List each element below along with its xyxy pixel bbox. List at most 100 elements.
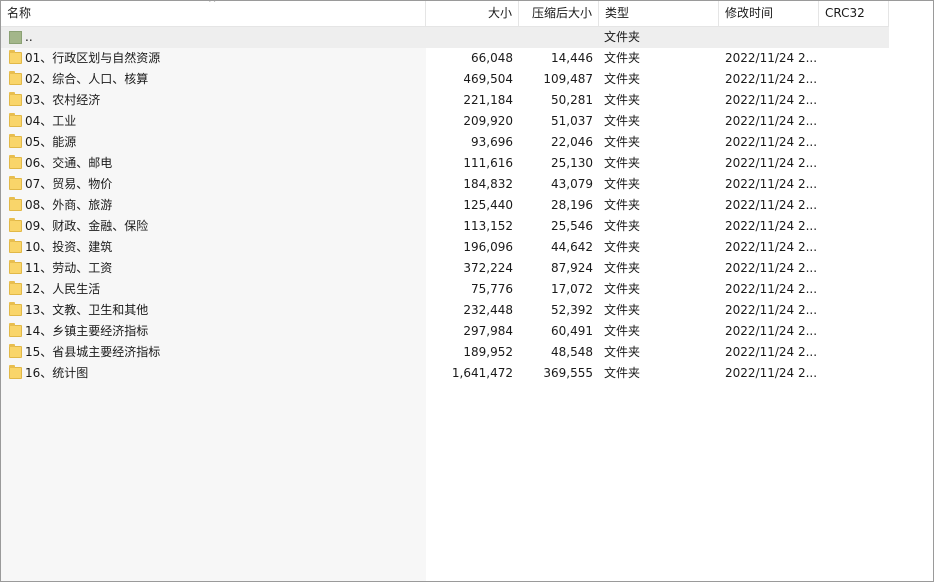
column-header-packed-size-label: 压缩后大小 [531,6,592,20]
folder-packed-size: 60,491 [551,324,593,338]
table-row[interactable]: 05、能源 93,696 22,046 文件夹 2022/11/24 2... [1,132,889,153]
folder-type: 文件夹 [604,198,641,212]
folder-modified: 2022/11/24 2... [725,177,817,191]
table-row[interactable]: 03、农村经济 221,184 50,281 文件夹 2022/11/24 2.… [1,90,889,111]
folder-name-label: 10、投资、建筑 [25,240,113,254]
file-list-window: 名称 ^ 大小 压缩后大小 类型 修改时间 CRC32 .. 文件夹 01、行政… [0,0,934,582]
table-row[interactable]: 11、劳动、工资 372,224 87,924 文件夹 2022/11/24 2… [1,258,889,279]
folder-modified: 2022/11/24 2... [725,51,817,65]
folder-type: 文件夹 [604,177,641,191]
table-row[interactable]: 02、综合、人口、核算 469,504 109,487 文件夹 2022/11/… [1,69,889,90]
folder-icon [9,71,22,85]
folder-icon [9,218,22,232]
table-row[interactable]: 08、外商、旅游 125,440 28,196 文件夹 2022/11/24 2… [1,195,889,216]
folder-name-label: 02、综合、人口、核算 [25,72,149,86]
column-header-packed-size[interactable]: 压缩后大小 [519,1,599,26]
table-row[interactable]: 14、乡镇主要经济指标 297,984 60,491 文件夹 2022/11/2… [1,321,889,342]
folder-packed-size: 43,079 [551,177,593,191]
table-row[interactable]: 01、行政区划与自然资源 66,048 14,446 文件夹 2022/11/2… [1,48,889,69]
folder-size: 111,616 [463,156,513,170]
column-header-type[interactable]: 类型 [599,1,719,26]
folder-name-label: 15、省县城主要经济指标 [25,345,161,359]
folder-modified: 2022/11/24 2... [725,93,817,107]
folder-size: 232,448 [463,303,513,317]
folder-name: 08、外商、旅游 [7,195,425,216]
column-header-crc32-label: CRC32 [825,6,865,20]
folder-name-label: 03、农村经济 [25,93,101,107]
folder-name-label: 09、财政、金融、保险 [25,219,149,233]
table-row[interactable]: 09、财政、金融、保险 113,152 25,546 文件夹 2022/11/2… [1,216,889,237]
parent-folder-label: .. [25,30,33,44]
table-row[interactable]: 12、人民生活 75,776 17,072 文件夹 2022/11/24 2..… [1,279,889,300]
folder-name: 13、文教、卫生和其他 [7,300,425,321]
folder-name-label: 08、外商、旅游 [25,198,113,212]
folder-packed-size: 22,046 [551,135,593,149]
parent-folder-row[interactable]: .. 文件夹 [1,27,889,48]
folder-size: 113,152 [463,219,513,233]
folder-modified: 2022/11/24 2... [725,156,817,170]
table-row[interactable]: 15、省县城主要经济指标 189,952 48,548 文件夹 2022/11/… [1,342,889,363]
folder-modified: 2022/11/24 2... [725,198,817,212]
column-header-size[interactable]: 大小 [426,1,519,26]
folder-size: 66,048 [471,51,513,65]
column-header-name[interactable]: 名称 ^ [1,1,426,26]
column-header-modified-label: 修改时间 [725,6,774,20]
folder-packed-size: 44,642 [551,240,593,254]
folder-size: 189,952 [463,345,513,359]
folder-name: 10、投资、建筑 [7,237,425,258]
folder-modified: 2022/11/24 2... [725,72,817,86]
table-row[interactable]: 04、工业 209,920 51,037 文件夹 2022/11/24 2... [1,111,889,132]
folder-size: 75,776 [471,282,513,296]
folder-packed-size: 25,130 [551,156,593,170]
folder-type: 文件夹 [604,282,641,296]
table-row[interactable]: 10、投资、建筑 196,096 44,642 文件夹 2022/11/24 2… [1,237,889,258]
folder-size: 184,832 [463,177,513,191]
folder-type: 文件夹 [604,219,641,233]
folder-name: 01、行政区划与自然资源 [7,48,425,69]
folder-name: 12、人民生活 [7,279,425,300]
folder-name: 14、乡镇主要经济指标 [7,321,425,342]
folder-modified: 2022/11/24 2... [725,135,817,149]
folder-icon [9,155,22,169]
column-header-type-label: 类型 [605,6,630,20]
folder-packed-size: 14,446 [551,51,593,65]
folder-size: 221,184 [463,93,513,107]
folder-packed-size: 51,037 [551,114,593,128]
folder-type: 文件夹 [604,156,641,170]
folder-icon [9,344,22,358]
table-row[interactable]: 06、交通、邮电 111,616 25,130 文件夹 2022/11/24 2… [1,153,889,174]
folder-packed-size: 48,548 [551,345,593,359]
folder-size: 372,224 [463,261,513,275]
sort-ascending-icon: ^ [208,1,217,9]
folder-modified: 2022/11/24 2... [725,240,817,254]
folder-size: 196,096 [463,240,513,254]
folder-name-label: 06、交通、邮电 [25,156,113,170]
folder-name-label: 12、人民生活 [25,282,101,296]
folder-type: 文件夹 [604,51,641,65]
column-header-modified[interactable]: 修改时间 [719,1,819,26]
folder-name-label: 14、乡镇主要经济指标 [25,324,149,338]
folder-icon [9,113,22,127]
folder-name-label: 16、统计图 [25,366,89,380]
table-row[interactable]: 07、贸易、物价 184,832 43,079 文件夹 2022/11/24 2… [1,174,889,195]
table-row[interactable]: 13、文教、卫生和其他 232,448 52,392 文件夹 2022/11/2… [1,300,889,321]
folder-modified: 2022/11/24 2... [725,324,817,338]
folder-name: 09、财政、金融、保险 [7,216,425,237]
column-header-crc32[interactable]: CRC32 [819,1,889,26]
table-row[interactable]: 16、统计图 1,641,472 369,555 文件夹 2022/11/24 … [1,363,889,384]
folder-icon [9,239,22,253]
folder-name: 04、工业 [7,111,425,132]
column-header-row: 名称 ^ 大小 压缩后大小 类型 修改时间 CRC32 [1,1,889,27]
folder-name: 03、农村经济 [7,90,425,111]
folder-size: 1,641,472 [451,366,513,380]
folder-name-label: 07、贸易、物价 [25,177,113,191]
column-header-name-label: 名称 [7,6,32,20]
folder-name-label: 01、行政区划与自然资源 [25,51,161,65]
folder-type: 文件夹 [604,135,641,149]
folder-icon [9,197,22,211]
folder-type: 文件夹 [604,366,641,380]
column-header-size-label: 大小 [487,6,512,20]
folder-packed-size: 28,196 [551,198,593,212]
folder-name-label: 04、工业 [25,114,77,128]
folder-packed-size: 25,546 [551,219,593,233]
